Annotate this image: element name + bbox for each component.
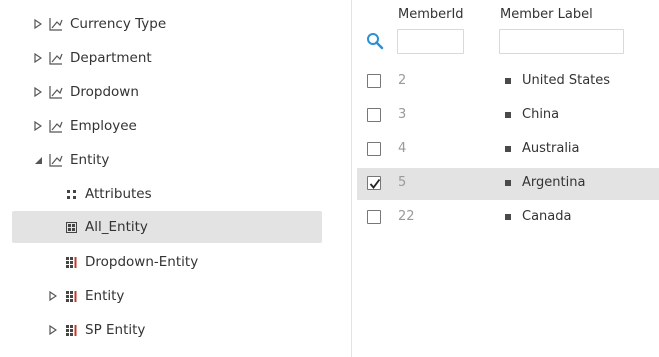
tree-item-employee[interactable]: Employee [12,110,322,142]
tree-item-dropdown[interactable]: Dropdown [12,76,322,108]
tree-item-label: Dropdown [70,84,139,100]
tree-item-label: Entity [70,152,110,168]
member-row[interactable]: 22 Canada [357,202,659,234]
member-bullet-icon [505,112,511,118]
member-list-panel: MemberId Member Label 2 United States 3 … [352,0,659,357]
hierarchy-icon [49,52,63,65]
member-label: United States [522,73,611,88]
member-label-filter-input[interactable] [499,29,624,54]
tree-item-label: SP Entity [85,322,146,338]
expand-caret-icon[interactable] [33,87,43,97]
column-header-member-id[interactable]: MemberId [398,7,464,22]
collapse-caret-icon[interactable] [33,155,43,165]
member-bullet-icon [505,146,511,152]
hierarchy-icon [49,120,63,133]
row-checkbox[interactable] [367,142,381,156]
grid-icon [66,222,77,233]
tree-item-currency-type[interactable]: Currency Type [12,8,322,40]
grid-red-icon [66,325,77,336]
member-id: 2 [398,73,407,88]
hierarchy-icon [49,86,63,99]
member-id: 5 [398,175,407,190]
hierarchy-icon [49,154,63,167]
tree-item-label: Department [70,50,152,66]
attributes-icon [67,190,76,199]
tree-item-label: Currency Type [70,16,167,32]
member-label: China [522,107,560,122]
row-checkbox[interactable] [367,210,381,224]
tree-item-label: Dropdown-Entity [85,254,199,270]
member-label: Australia [522,141,580,156]
column-header-member-label[interactable]: Member Label [500,7,593,22]
grid-red-icon [66,291,77,302]
expand-caret-icon[interactable] [33,121,43,131]
tree-item-entity[interactable]: Entity [12,144,322,176]
tree-item-attributes[interactable]: Attributes [12,178,322,210]
member-id: 22 [398,209,415,224]
row-checkbox[interactable] [367,74,381,88]
expand-caret-icon[interactable] [33,19,43,29]
tree-item-label: Entity [85,288,125,304]
expand-caret-icon[interactable] [48,325,58,335]
tree-item-sp-entity[interactable]: SP Entity [12,314,322,346]
member-label: Canada [522,209,572,224]
tree-item-label: Attributes [85,186,152,202]
tree-item-dropdown-entity[interactable]: Dropdown-Entity [12,246,322,278]
checkmark-icon [369,178,381,189]
row-checkbox-checked[interactable] [367,176,381,190]
member-row[interactable]: 2 United States [357,66,659,98]
member-id: 4 [398,141,407,156]
dimension-tree-panel: Currency Type Department Dropdown Employ… [0,0,351,357]
member-bullet-icon [505,78,511,84]
tree-item-label: All_Entity [85,219,148,235]
member-bullet-icon [505,180,511,186]
member-label: Argentina [522,175,586,190]
member-id-filter-input[interactable] [397,29,464,54]
member-id: 3 [398,107,407,122]
tree-item-entity-child[interactable]: Entity [12,280,322,312]
expand-caret-icon[interactable] [48,291,58,301]
member-bullet-icon [505,214,511,220]
search-icon[interactable] [366,32,384,50]
tree-item-department[interactable]: Department [12,42,322,74]
expand-caret-icon[interactable] [33,53,43,63]
member-row[interactable]: 3 China [357,100,659,132]
hierarchy-icon [49,18,63,31]
member-row[interactable]: 4 Australia [357,134,659,166]
tree-item-label: Employee [70,118,137,134]
grid-red-icon [66,257,77,268]
row-checkbox[interactable] [367,108,381,122]
member-row-selected[interactable]: 5 Argentina [357,168,659,200]
tree-item-all-entity[interactable]: All_Entity [12,211,322,243]
